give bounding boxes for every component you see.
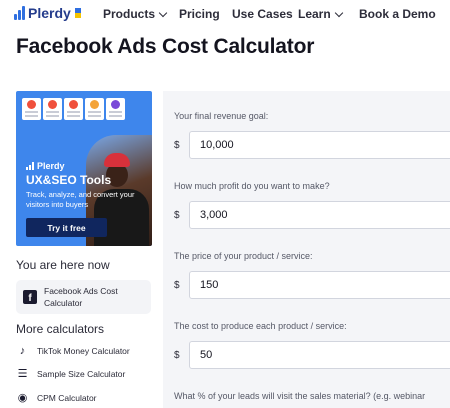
page-title: Facebook Ads Cost Calculator [16, 35, 315, 58]
current-calculator-card[interactable]: f Facebook Ads Cost Calculator [16, 280, 151, 314]
award-badge-icon [85, 98, 104, 120]
chevron-down-icon [158, 8, 168, 17]
banner-brand: Plerdy [26, 161, 65, 171]
award-badge-icon [106, 98, 125, 120]
calculator-link-cpm[interactable]: ◉ CPM Calculator [16, 391, 97, 404]
sliders-icon: ☰ [17, 368, 28, 380]
currency-symbol: $ [174, 139, 180, 151]
nav-learn[interactable]: Learn [298, 7, 343, 21]
logo-bars-icon [26, 162, 34, 170]
nav-products[interactable]: Products [103, 7, 168, 21]
top-nav: Plerdy Products Pricing Use Cases Learn … [0, 0, 450, 28]
currency-symbol: $ [174, 349, 180, 361]
field-label: The price of your product / service: [174, 251, 313, 261]
facebook-icon: f [23, 290, 37, 304]
nav-pricing[interactable]: Pricing [179, 7, 220, 21]
try-free-button[interactable]: Try it free [26, 218, 107, 237]
nav-use-cases[interactable]: Use Cases [232, 7, 293, 21]
promo-banner[interactable]: Plerdy UX&SEO Tools Track, analyze, and … [16, 91, 152, 246]
calculator-form: Your final revenue goal: $ 10,000 How mu… [163, 91, 450, 408]
more-calculators-heading: More calculators [16, 322, 105, 336]
globe-icon: ◉ [17, 392, 28, 404]
nav-book-demo[interactable]: Book a Demo [359, 7, 436, 21]
revenue-goal-input[interactable]: 10,000 [189, 131, 450, 159]
logo-bars-icon [14, 6, 25, 20]
award-badge-icon [64, 98, 83, 120]
calculator-link-tiktok[interactable]: ♪ TikTok Money Calculator [16, 344, 130, 357]
currency-symbol: $ [174, 279, 180, 291]
award-badges [22, 98, 125, 120]
banner-headline: UX&SEO Tools [26, 173, 112, 187]
field-row: $ 50 [174, 341, 450, 369]
field-label: How much profit do you want to make? [174, 181, 330, 191]
you-are-here-heading: You are here now [16, 258, 110, 272]
award-badge-icon [43, 98, 62, 120]
chevron-down-icon [334, 8, 343, 17]
field-row: $ 150 [174, 271, 450, 299]
field-row: $ 3,000 [174, 201, 450, 229]
field-label: What % of your leads will visit the sale… [174, 391, 426, 401]
product-price-input[interactable]: 150 [189, 271, 450, 299]
award-badge-icon [22, 98, 41, 120]
banner-subtext: Track, analyze, and convert your visitor… [26, 190, 135, 209]
currency-symbol: $ [174, 209, 180, 221]
field-row: $ 10,000 [174, 131, 450, 159]
brand-name: Plerdy [28, 5, 71, 21]
current-calculator-label: Facebook Ads Cost Calculator [44, 286, 118, 308]
production-cost-input[interactable]: 50 [189, 341, 450, 369]
field-label: Your final revenue goal: [174, 111, 269, 121]
field-label: The cost to produce each product / servi… [174, 321, 347, 331]
plerdy-logo[interactable]: Plerdy [14, 5, 81, 21]
ukraine-flag-icon [74, 8, 81, 18]
tiktok-icon: ♪ [19, 344, 26, 357]
calculator-link-sample-size[interactable]: ☰ Sample Size Calculator [16, 367, 126, 380]
profit-input[interactable]: 3,000 [189, 201, 450, 229]
